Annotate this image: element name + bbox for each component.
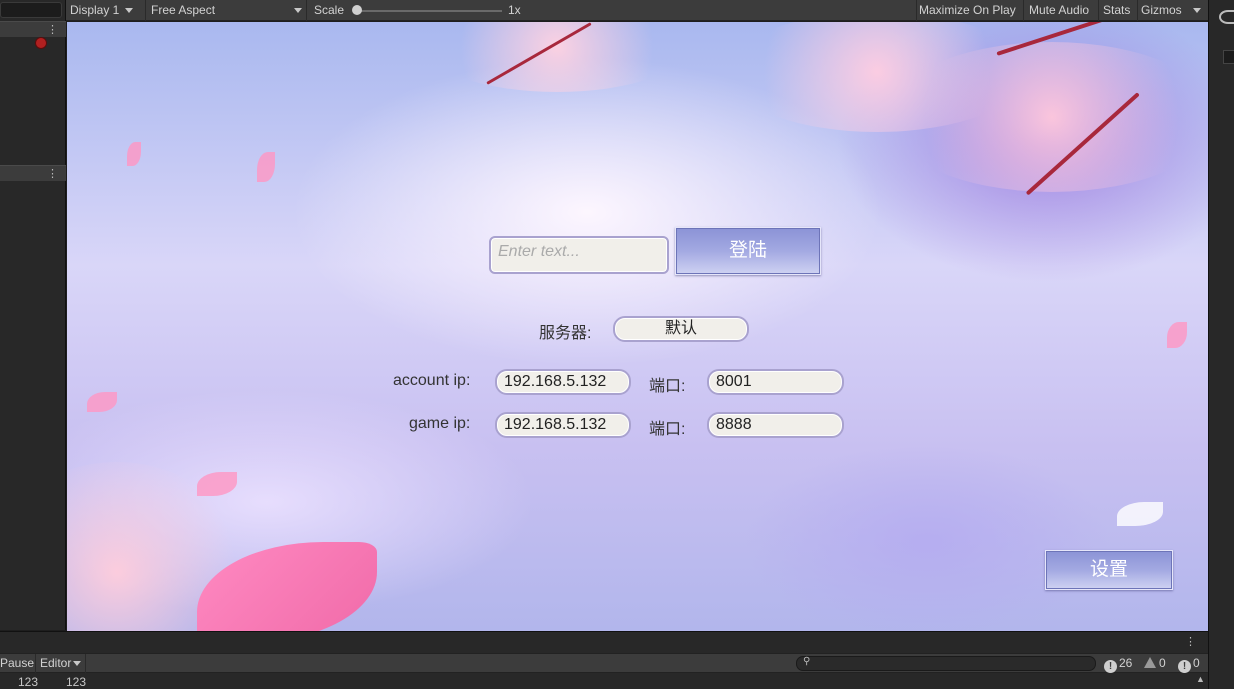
search-icon: ⚲ <box>803 656 811 667</box>
account-ip-value: 192.168.5.132 <box>504 373 607 390</box>
game-ip-value: 192.168.5.132 <box>504 416 607 433</box>
petal <box>87 392 117 412</box>
log-column-a: 123 <box>18 675 39 689</box>
info-filter-toggle[interactable]: ! 0 <box>1178 654 1200 673</box>
game-port-input[interactable]: 8888 <box>707 412 844 438</box>
stats-label: Stats <box>1103 3 1131 17</box>
aspect-label: Free Aspect <box>151 3 216 17</box>
display-label: Display 1 <box>70 3 120 17</box>
console-toolbar: Pause Editor ⚲ ! 26 0 ! 0 <box>0 653 1208 673</box>
warning-count: 0 <box>1159 656 1166 670</box>
unity-editor-window: ⋮ ⋮ Display 1 Free Aspect Scale 1x Maxim… <box>0 0 1234 689</box>
pause-label: Pause <box>0 656 35 670</box>
scale-label: Scale <box>314 3 345 17</box>
chevron-down-icon <box>73 661 82 667</box>
cherry-blossom-cluster <box>887 42 1208 192</box>
editor-dropdown[interactable]: Editor <box>38 654 86 673</box>
login-button-label: 登陆 <box>728 240 767 261</box>
display-dropdown[interactable]: Display 1 <box>66 0 146 21</box>
username-input[interactable]: Enter text... <box>489 236 669 274</box>
petal <box>1167 322 1187 348</box>
login-button[interactable]: 登陆 <box>675 227 821 275</box>
game-port-label: 端口: <box>649 421 686 438</box>
scene-side-panel <box>1208 0 1234 689</box>
kebab-menu-icon[interactable]: ⋮ <box>47 167 58 181</box>
settings-button[interactable]: 设置 <box>1045 550 1173 590</box>
scale-slider-track[interactable] <box>356 10 502 12</box>
hierarchy-search-input[interactable] <box>0 2 62 18</box>
account-port-value: 8001 <box>716 373 752 390</box>
scale-value: 1x <box>508 3 521 17</box>
error-count: 26 <box>1119 656 1133 670</box>
maximize-on-play-toggle[interactable]: Maximize On Play <box>916 0 1024 21</box>
pause-toggle[interactable]: Pause <box>0 654 36 673</box>
gizmos-label: Gizmos <box>1141 3 1182 17</box>
scroll-up-icon[interactable]: ▲ <box>1196 674 1205 684</box>
stats-toggle[interactable]: Stats <box>1100 0 1138 21</box>
game-port-value: 8888 <box>716 416 752 433</box>
kebab-menu-icon[interactable]: ⋮ <box>47 23 58 37</box>
maximize-label: Maximize On Play <box>919 3 1016 17</box>
account-ip-label: account ip: <box>393 372 471 389</box>
hierarchy-header-bar: ⋮ <box>0 21 66 37</box>
console-log-row[interactable]: 123 123 <box>0 673 1208 689</box>
scale-slider-handle[interactable] <box>352 5 362 15</box>
error-filter-toggle[interactable]: ! 26 <box>1104 654 1132 673</box>
username-placeholder: Enter text... <box>498 243 580 260</box>
warning-icon <box>1144 657 1156 668</box>
scene-gizmo-icon[interactable] <box>1219 10 1234 24</box>
petal <box>1117 502 1163 526</box>
warning-filter-toggle[interactable]: 0 <box>1144 654 1166 673</box>
game-view-toolbar: Display 1 Free Aspect Scale 1x Maximize … <box>66 0 1208 21</box>
server-selected: 默认 <box>664 320 697 337</box>
chevron-down-icon <box>125 8 134 14</box>
gizmos-dropdown[interactable]: Gizmos <box>1141 0 1205 21</box>
console-header-bar: ⋮ <box>0 631 1208 653</box>
editor-label: Editor <box>40 656 72 670</box>
info-count: 0 <box>1193 656 1200 670</box>
chevron-down-icon <box>294 8 302 13</box>
game-ip-label: game ip: <box>409 415 471 432</box>
game-view: Enter text... 登陆 服务器: 默认 account ip: 192… <box>67 22 1208 631</box>
petal <box>197 472 237 496</box>
info-icon: ! <box>1178 660 1191 673</box>
log-column-b: 123 <box>66 675 87 689</box>
aspect-dropdown[interactable]: Free Aspect <box>147 0 307 21</box>
chevron-down-icon[interactable] <box>1193 8 1201 13</box>
mute-label: Mute Audio <box>1029 3 1090 17</box>
petal <box>257 152 275 182</box>
cherry-blossom-cluster <box>427 22 687 92</box>
game-ip-input[interactable]: 192.168.5.132 <box>495 412 631 438</box>
side-panel-box <box>1223 50 1234 64</box>
account-port-input[interactable]: 8001 <box>707 369 844 395</box>
account-port-label: 端口: <box>649 378 686 395</box>
error-icon: ! <box>1104 660 1117 673</box>
mute-audio-toggle[interactable]: Mute Audio <box>1025 0 1099 21</box>
console-log-list: 123 123 ▲ <box>0 673 1208 689</box>
account-ip-input[interactable]: 192.168.5.132 <box>495 369 631 395</box>
kebab-menu-icon[interactable]: ⋮ <box>1185 635 1196 649</box>
petal <box>127 142 141 166</box>
server-label: 服务器: <box>539 325 592 342</box>
bug-icon <box>36 38 46 48</box>
console-search-input[interactable]: ⚲ <box>796 656 1096 671</box>
inspector-header-bar: ⋮ <box>0 165 66 181</box>
server-dropdown[interactable]: 默认 <box>613 316 749 342</box>
hierarchy-panel: ⋮ ⋮ <box>0 0 66 630</box>
settings-button-label: 设置 <box>1089 559 1128 580</box>
